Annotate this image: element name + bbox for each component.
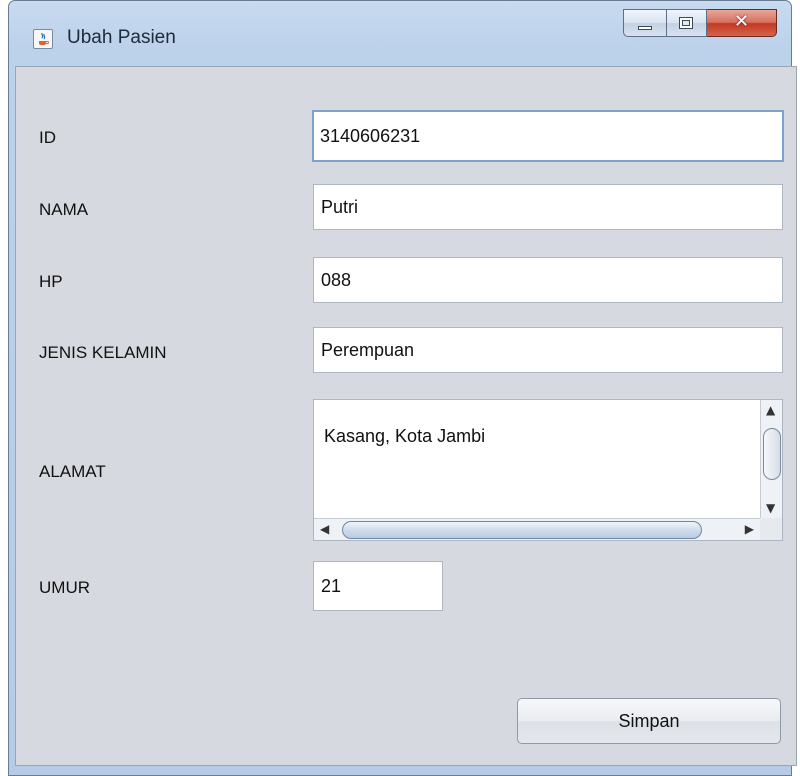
window-title: Ubah Pasien [67, 27, 176, 48]
hp-label: HP [39, 272, 63, 291]
jenis-kelamin-label: JENIS KELAMIN [39, 343, 167, 362]
maximize-icon [679, 17, 693, 29]
scroll-down-icon[interactable]: ▼ [766, 502, 775, 514]
close-button[interactable]: ✕ [707, 9, 777, 37]
scrollbar-corner [760, 518, 782, 540]
id-label: ID [39, 128, 56, 147]
alamat-text: Kasang, Kota Jambi [324, 426, 486, 446]
hp-input[interactable]: 088 [313, 257, 783, 303]
window-controls: ✕ [623, 9, 777, 37]
maximize-button[interactable] [667, 9, 707, 37]
java-cup-icon [33, 29, 53, 49]
minimize-icon [638, 26, 652, 30]
alamat-textarea[interactable]: Kasang, Kota Jambi ▲ ▼ ◀ ▶ [313, 399, 783, 541]
minimize-button[interactable] [623, 9, 667, 37]
id-input[interactable]: 3140606231 [312, 110, 784, 162]
scroll-right-icon[interactable]: ▶ [745, 523, 754, 535]
scroll-up-icon[interactable]: ▲ [766, 404, 775, 416]
close-icon: ✕ [733, 11, 750, 32]
save-button[interactable]: Simpan [517, 698, 781, 744]
jenis-kelamin-input[interactable]: Perempuan [313, 327, 783, 373]
scroll-left-icon[interactable]: ◀ [320, 523, 329, 535]
nama-input[interactable]: Putri [313, 184, 783, 230]
umur-input[interactable]: 21 [313, 561, 443, 611]
form-panel: ID 3140606231 NAMA Putri HP 088 JENIS KE… [15, 66, 797, 766]
horizontal-scrollbar[interactable]: ◀ ▶ [314, 518, 760, 540]
alamat-label: ALAMAT [39, 462, 106, 481]
vertical-scroll-thumb[interactable] [763, 428, 781, 480]
horizontal-scroll-thumb[interactable] [342, 521, 702, 539]
vertical-scrollbar[interactable]: ▲ ▼ [760, 400, 782, 518]
title-bar[interactable]: Ubah Pasien ✕ [9, 1, 791, 67]
umur-label: UMUR [39, 578, 90, 597]
nama-label: NAMA [39, 200, 89, 219]
